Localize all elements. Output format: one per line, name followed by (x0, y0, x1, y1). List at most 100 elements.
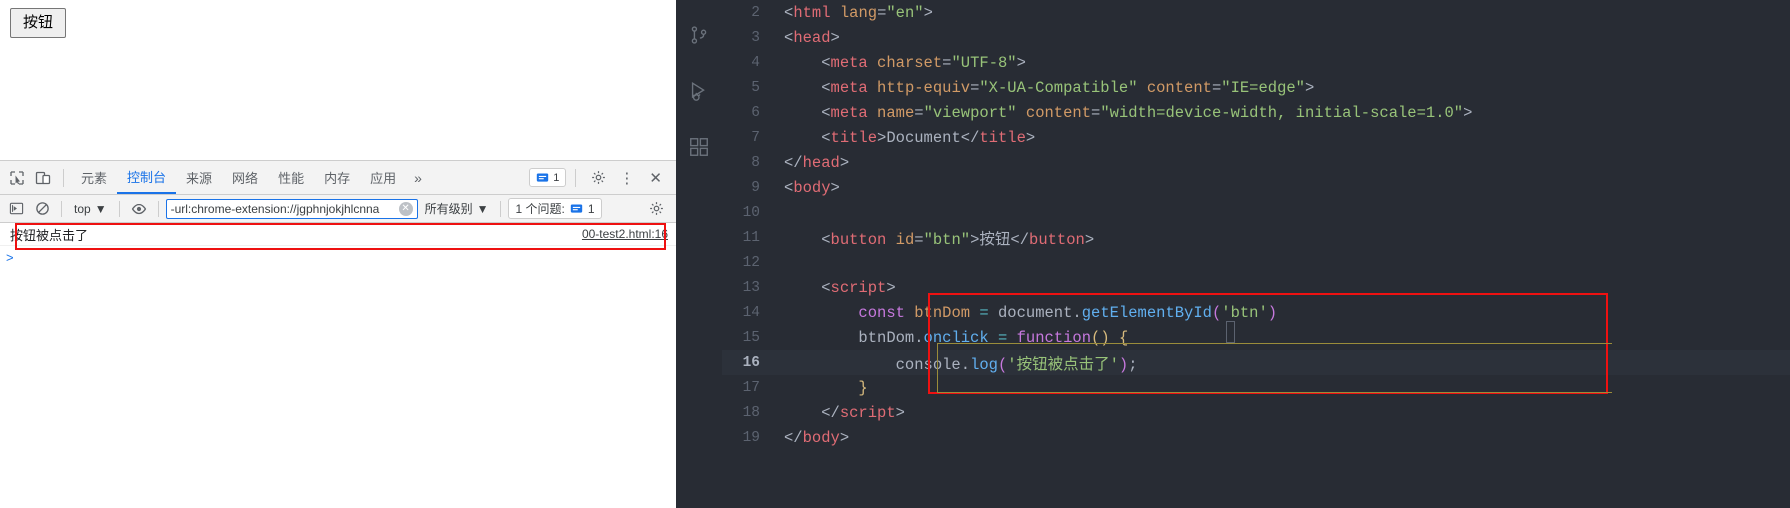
filter-divider-4 (500, 200, 502, 217)
clear-console-icon[interactable] (30, 198, 54, 220)
execution-context-icon[interactable] (4, 198, 28, 220)
live-expression-icon[interactable] (127, 198, 151, 220)
line-number: 18 (742, 404, 760, 421)
console-message-row[interactable]: 按钮被点击了 00-test2.html:16 (0, 223, 676, 246)
code-token: < (784, 3, 794, 22)
tab-application[interactable]: 应用 (360, 161, 406, 194)
code-token: name (877, 103, 915, 122)
code-line[interactable]: 10 (722, 200, 1790, 225)
code-line[interactable]: 8 </head> (722, 150, 1790, 175)
code-token: body (793, 178, 831, 197)
code-token: = (979, 303, 989, 322)
code-line[interactable]: 2 <html lang="en"> (722, 0, 1790, 25)
code-line[interactable]: 17 } (722, 375, 1790, 400)
console-settings-gear-icon[interactable] (644, 198, 668, 220)
code-token: < (784, 230, 831, 249)
chevron-down-icon: ▼ (94, 201, 107, 216)
tab-memory[interactable]: 内存 (314, 161, 360, 194)
code-line[interactable]: 16 console.log('按钮被点击了'); (722, 350, 1790, 375)
code-line[interactable]: 9 <body> (722, 175, 1790, 200)
code-token: > (1304, 78, 1315, 97)
code-token: document (998, 303, 1073, 322)
code-line[interactable]: 12 (722, 250, 1790, 275)
log-level-select[interactable]: 所有级别 ▼ (420, 199, 494, 218)
toolbar-divider (63, 168, 64, 187)
code-line[interactable]: 18 </script> (722, 400, 1790, 425)
line-number: 10 (742, 204, 760, 221)
code-token: > (830, 28, 840, 47)
code-token: meta (830, 78, 868, 97)
extensions-icon[interactable] (686, 134, 712, 160)
code-token: id (895, 230, 915, 249)
console-prompt[interactable]: > (0, 246, 676, 268)
filter-divider-3 (157, 200, 159, 217)
tab-console[interactable]: 控制台 (117, 161, 177, 194)
console-settings-group (644, 198, 672, 220)
code-line[interactable]: 14 const btnDom = document.getElementByI… (722, 300, 1790, 325)
tab-elements[interactable]: 元素 (71, 161, 117, 194)
source-control-icon[interactable] (686, 22, 712, 48)
code-token: btnDom (858, 328, 915, 347)
device-toolbar-icon[interactable] (30, 165, 56, 191)
code-line[interactable]: 5 <meta http-equiv="X-UA-Compatible" con… (722, 75, 1790, 100)
code-token: > (886, 278, 896, 297)
code-token: < (784, 53, 831, 72)
close-icon[interactable]: ✕ (643, 169, 668, 187)
tab-performance[interactable]: 性能 (268, 161, 314, 194)
line-number: 4 (751, 54, 760, 71)
message-count-badge[interactable]: 1 (529, 168, 567, 187)
code-token: Document (886, 128, 961, 147)
code-text: <script> (784, 278, 896, 297)
message-count: 1 (553, 171, 560, 184)
code-token: < (784, 28, 794, 47)
message-icon (537, 173, 549, 182)
code-token: < (784, 103, 831, 122)
code-token: = (914, 230, 924, 249)
code-token: > (1463, 103, 1473, 122)
more-options-icon[interactable]: ⋮ (613, 169, 641, 187)
inspect-element-icon[interactable] (4, 165, 30, 191)
code-line[interactable]: 15 btnDom.onclick = function() { (722, 325, 1790, 350)
line-number: 7 (751, 129, 760, 146)
issues-button[interactable]: 1 个问题: 1 (508, 198, 602, 219)
tab-network[interactable]: 网络 (222, 161, 268, 194)
code-token: button (1029, 230, 1085, 249)
web-page-viewport: 按钮 (0, 0, 676, 160)
code-line[interactable]: 7 <title>Document</title> (722, 125, 1790, 150)
context-label: top (74, 201, 91, 216)
code-token: title (830, 128, 878, 147)
code-line[interactable]: 4 <meta charset="UTF-8"> (722, 50, 1790, 75)
run-and-debug-icon[interactable] (686, 78, 712, 104)
code-line[interactable]: 11 <button id="btn">按钮</button> (722, 225, 1790, 250)
devtools-toolbar-right: 1 ⋮ ✕ (529, 165, 672, 191)
clear-filter-icon[interactable]: ✕ (398, 201, 413, 216)
console-filter-input[interactable] (170, 201, 399, 216)
console-filter-field[interactable]: ✕ (165, 198, 418, 219)
code-line[interactable]: 19 </body> (722, 425, 1790, 450)
console-message-text: 按钮被点击了 (10, 227, 89, 243)
gear-icon[interactable] (585, 165, 611, 191)
line-number: 8 (751, 154, 760, 171)
more-tabs-icon[interactable]: » (406, 170, 430, 186)
code-line[interactable]: 13 <script> (722, 275, 1790, 300)
execution-context-select[interactable]: top ▼ (69, 201, 112, 217)
code-token: . (1072, 303, 1082, 322)
code-text: </body> (784, 429, 849, 447)
code-line[interactable]: 6 <meta name="viewport" content="width=d… (722, 100, 1790, 125)
code-token: title (979, 128, 1026, 147)
page-button-btn[interactable]: 按钮 (10, 8, 67, 38)
code-editor[interactable]: 2 <html lang="en"> 3 <head> 4 <meta charset=… (722, 0, 1790, 508)
console-message-source-link[interactable]: 00-test2.html:16 (582, 227, 668, 241)
console-output[interactable]: 按钮被点击了 00-test2.html:16 > (0, 223, 676, 508)
tab-sources[interactable]: 来源 (176, 161, 222, 194)
vscode-window: 2 <html lang="en"> 3 <head> 4 <meta charset=… (676, 0, 1790, 508)
code-line[interactable]: 3 <head> (722, 25, 1790, 50)
